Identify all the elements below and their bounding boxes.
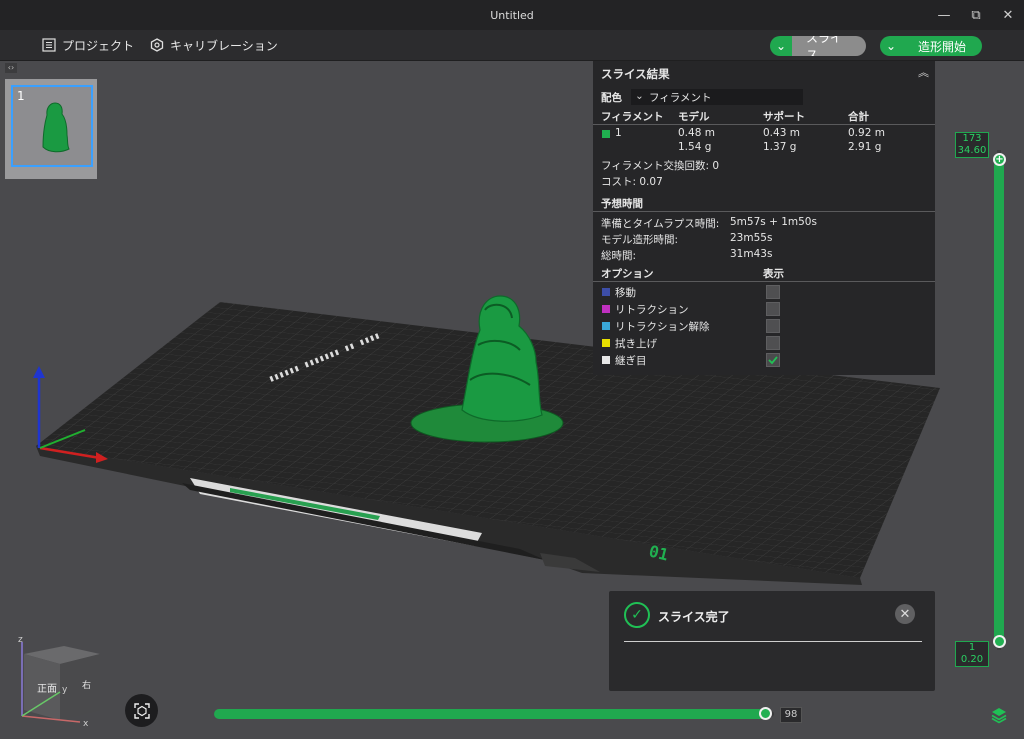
option-label-seam: 継ぎ目 <box>615 355 647 367</box>
filament-color-swatch <box>602 130 610 138</box>
bottom-layer-number: 1 <box>968 642 976 653</box>
col-header-filament: フィラメント <box>601 111 664 123</box>
option-label-deretraction: リトラクション解除 <box>615 321 710 333</box>
check-circle-icon: ✓ <box>624 602 650 628</box>
option-checkbox-wipe[interactable] <box>766 336 780 350</box>
top-layer-number: 173 <box>962 133 982 144</box>
model-time-label: モデル造形時間: <box>601 234 679 246</box>
layer-slider-range[interactable] <box>994 160 1004 642</box>
support-length: 0.43 m <box>763 127 800 139</box>
model-thumbnail-icon <box>42 102 70 153</box>
check-icon <box>768 356 778 365</box>
filament-swap-count: フィラメント交換回数: 0 <box>601 160 720 172</box>
y-axis-label: y <box>62 685 68 695</box>
option-checkbox-retraction[interactable] <box>766 302 780 316</box>
camera-icon <box>133 702 150 719</box>
layers-icon[interactable] <box>990 706 1010 724</box>
plate-number: 1 <box>17 89 25 103</box>
view-cube-right-label: 右 <box>82 679 91 691</box>
option-swatch-deretraction <box>602 322 610 330</box>
plate-thumbnail[interactable]: 1 <box>11 85 93 167</box>
filament-id: 1 <box>615 127 622 139</box>
col-header-model: モデル <box>678 111 710 123</box>
option-label-travel: 移動 <box>615 287 636 299</box>
total-length: 0.92 m <box>848 127 885 139</box>
divider <box>593 281 935 282</box>
close-icon[interactable]: ✕ <box>895 604 915 624</box>
option-label-wipe: 拭き上げ <box>615 338 657 350</box>
col-header-total: 合計 <box>848 111 869 123</box>
option-checkbox-travel[interactable] <box>766 285 780 299</box>
option-label-retraction: リトラクション <box>615 304 689 316</box>
prep-time-label: 準備とタイムラプス時間: <box>601 218 720 230</box>
results-title: スライス結果 <box>601 67 670 81</box>
chevron-down-icon: ⌄ <box>635 90 644 102</box>
color-scheme-select[interactable]: ⌄ フィラメント <box>631 89 803 105</box>
move-slider-handle[interactable] <box>759 707 772 720</box>
x-axis-label: x <box>83 719 89 729</box>
option-swatch-retraction <box>602 305 610 313</box>
reset-view-button[interactable] <box>125 694 158 727</box>
z-axis-label: z <box>18 635 23 645</box>
divider <box>593 124 935 125</box>
plate-thumbnail-panel: 1 <box>5 79 97 179</box>
options-title: オプション <box>601 268 654 280</box>
col-header-support: サポート <box>763 111 805 123</box>
option-checkbox-seam[interactable] <box>766 353 780 367</box>
top-layer-height: 34.60 <box>957 145 987 156</box>
option-checkbox-deretraction[interactable] <box>766 319 780 333</box>
sliced-model <box>461 295 543 422</box>
model-length: 0.48 m <box>678 127 715 139</box>
divider <box>593 211 935 212</box>
option-swatch-travel <box>602 288 610 296</box>
toast-message: スライス完了 <box>658 610 730 624</box>
option-swatch-wipe <box>602 339 610 347</box>
slice-results-panel: スライス結果 ︽ 配色 ⌄ フィラメント フィラメント モデル サポート 合計 … <box>593 61 935 375</box>
toast-divider <box>624 641 922 642</box>
model-time-value: 23m55s <box>730 232 773 244</box>
sidebar-toggle-icon[interactable]: ‹› <box>5 63 17 73</box>
model-weight: 1.54 g <box>678 141 712 153</box>
layer-slider-bottom-handle[interactable] <box>993 635 1006 648</box>
prep-time-value: 5m57s + 1m50s <box>730 216 817 228</box>
view-cube[interactable]: 正面 右 z x y <box>10 630 110 730</box>
move-slider-value: 98 <box>780 707 802 723</box>
cost-value: コスト: 0.07 <box>601 176 663 188</box>
color-scheme-value: フィラメント <box>649 92 712 104</box>
support-weight: 1.37 g <box>763 141 797 153</box>
top-layer-label: 173 34.60 <box>955 132 989 158</box>
layer-slider-top-handle[interactable]: + <box>993 153 1006 166</box>
total-weight: 2.91 g <box>848 141 882 153</box>
color-scheme-label: 配色 <box>601 92 622 104</box>
estimated-time-title: 予想時間 <box>601 198 643 210</box>
slice-complete-toast: ✓ スライス完了 ✕ <box>609 591 935 691</box>
option-swatch-seam <box>602 356 610 364</box>
collapse-icon[interactable]: ︽ <box>918 64 929 80</box>
total-time-label: 総時間: <box>601 250 637 262</box>
total-time-value: 31m43s <box>730 248 773 260</box>
view-cube-front-label: 正面 <box>37 684 57 695</box>
bottom-layer-label: 1 0.20 <box>955 641 989 667</box>
move-slider-fill[interactable] <box>214 709 766 719</box>
bottom-layer-height: 0.20 <box>960 654 984 665</box>
display-title: 表示 <box>763 268 784 280</box>
